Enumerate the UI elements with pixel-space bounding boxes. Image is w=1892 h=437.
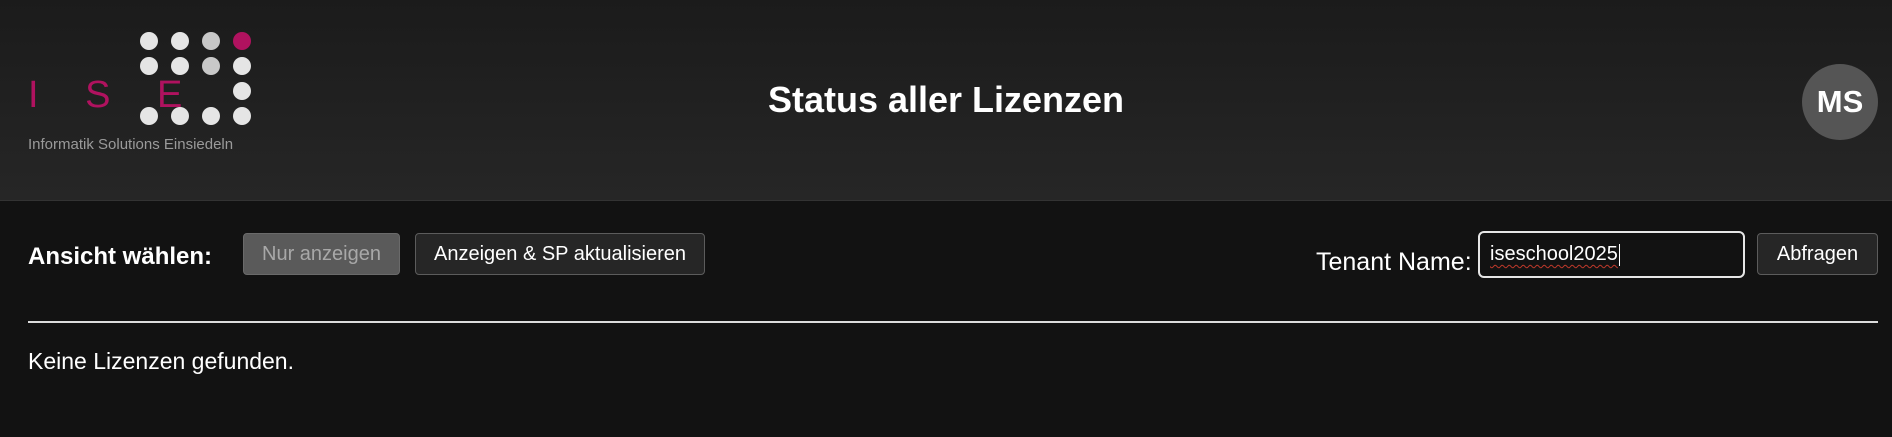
query-button[interactable]: Abfragen [1757, 233, 1878, 275]
user-avatar[interactable]: MS [1802, 64, 1878, 140]
tenant-name-input[interactable]: iseschool2025 [1478, 231, 1745, 278]
page-title: Status aller Lizenzen [767, 79, 1125, 120]
view-select-label: Ansicht wählen: [28, 243, 213, 270]
logo-tagline: Informatik Solutions Einsiedeln [28, 136, 234, 153]
view-and-update-sp-button[interactable]: Anzeigen & SP aktualisieren [415, 233, 705, 275]
tenant-name-label: Tenant Name: [1316, 248, 1472, 276]
view-only-button[interactable]: Nur anzeigen [243, 233, 400, 275]
empty-state-message: Keine Lizenzen gefunden. [28, 348, 294, 374]
text-caret [1618, 243, 1620, 266]
app-header: I S E Informatik Solutions Einsiedeln St… [0, 0, 1892, 201]
tenant-name-value: iseschool2025 [1490, 243, 1618, 265]
section-divider [28, 321, 1878, 323]
